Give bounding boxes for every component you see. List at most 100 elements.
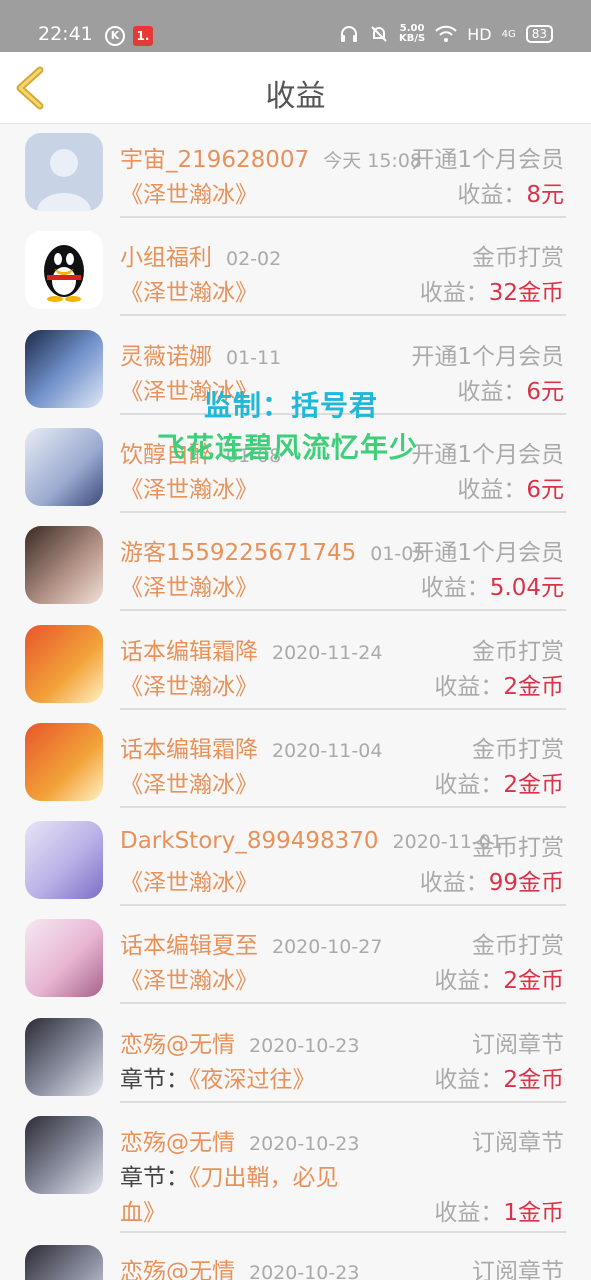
battery-icon: 83	[525, 25, 553, 43]
default-user-icon	[37, 149, 91, 211]
user-name[interactable]: 小组福利	[120, 245, 212, 271]
record-date: 2020-11-04	[272, 739, 383, 762]
book-title-line: 《泽世瀚冰》	[120, 175, 258, 209]
user-name[interactable]: 恋殇@无情	[120, 1259, 235, 1280]
book-title-line: 章节：《夜深过往》	[120, 1060, 316, 1094]
income-line: 收益：1金币	[434, 1193, 564, 1227]
notification-badge-icon: 1.	[133, 26, 153, 46]
income-label: 收益：	[434, 1200, 504, 1226]
status-time: 22:41	[38, 23, 93, 45]
book-title-line: 章节：《刀出鞘，必见	[120, 1158, 339, 1192]
avatar[interactable]	[25, 821, 103, 900]
record-date: 02-02	[226, 248, 282, 271]
income-label: 收益：	[457, 378, 527, 405]
book-title[interactable]: 《泽世瀚冰》	[120, 575, 258, 601]
user-name[interactable]: 宇宙_219628007	[120, 147, 309, 173]
list-item[interactable]: 话本编辑霜降 2020-11-04 金币打赏 《泽世瀚冰》 收益：2金币	[0, 720, 591, 818]
user-name-line: 话本编辑霜降 2020-11-24	[120, 632, 382, 666]
record-date: 2020-11-24	[272, 641, 383, 664]
list-item[interactable]: 话本编辑霜降 2020-11-24 金币打赏 《泽世瀚冰》 收益：2金币	[0, 622, 591, 720]
user-name[interactable]: DarkStory_899498370	[120, 828, 379, 854]
list-item[interactable]: 话本编辑夏至 2020-10-27 金币打赏 《泽世瀚冰》 收益：2金币	[0, 916, 591, 1014]
book-title[interactable]: 《泽世瀚冰》	[120, 477, 258, 503]
record-type: 金币打赏	[472, 835, 564, 862]
network-speed: 5.00 KB/S	[399, 23, 426, 44]
list-item[interactable]: 恋殇@无情 2020-10-23 订阅章节 章节：《夜深过往》 收益：2金币	[0, 1015, 591, 1113]
row-divider	[120, 707, 566, 710]
avatar[interactable]	[25, 231, 103, 310]
record-type: 订阅章节	[472, 1031, 564, 1058]
income-label: 收益：	[434, 968, 504, 995]
income-amount: 1金币	[503, 1200, 564, 1226]
page-title: 收益	[265, 79, 326, 114]
row-divider	[120, 510, 566, 513]
user-name-line: DarkStory_899498370 2020-11-01	[120, 828, 503, 854]
row-divider	[120, 1002, 566, 1005]
avatar[interactable]	[25, 919, 103, 998]
user-name[interactable]: 恋殇@无情	[120, 1130, 235, 1156]
income-line: 收益：5.04元	[421, 568, 564, 602]
record-type: 金币打赏	[472, 736, 564, 763]
user-name-line: 恋殇@无情 2020-10-23	[120, 1025, 359, 1059]
row-divider	[120, 216, 566, 218]
record-type: 订阅章节	[472, 1259, 564, 1280]
user-name-line: 宇宙_219628007 今天 15:08	[120, 140, 422, 174]
user-name-line: 话本编辑夏至 2020-10-27	[120, 926, 382, 960]
record-type: 开通1个月会员	[411, 343, 564, 370]
book-title[interactable]: 《泽世瀚冰》	[120, 674, 258, 700]
book-title[interactable]: 《泽世瀚冰》	[120, 182, 258, 208]
book-title[interactable]: 《泽世瀚冰》	[120, 772, 258, 798]
book-title-continued[interactable]: 血》	[120, 1193, 166, 1227]
record-date: 2020-10-23	[249, 1133, 360, 1155]
user-name[interactable]: 灵薇诺娜	[120, 344, 212, 370]
income-line: 收益：2金币	[434, 961, 564, 995]
income-amount: 99金币	[488, 870, 564, 897]
avatar[interactable]	[25, 1017, 103, 1096]
income-list[interactable]: 宇宙_219628007 今天 15:08 开通1个月会员 《泽世瀚冰》 收益：8元 小组…	[0, 125, 591, 1280]
avatar[interactable]	[25, 329, 103, 408]
avatar[interactable]	[25, 722, 103, 801]
avatar[interactable]	[25, 1245, 103, 1280]
list-item[interactable]: 宇宙_219628007 今天 15:08 开通1个月会员 《泽世瀚冰》 收益：8元	[0, 130, 591, 228]
income-line: 收益：2金币	[434, 667, 564, 701]
income-amount: 32金币	[488, 280, 564, 307]
signal-icon: 4G	[501, 28, 516, 40]
record-date: 2020-10-23	[249, 1262, 360, 1280]
book-title[interactable]: 《泽世瀚冰》	[120, 870, 258, 896]
book-title-line: 《泽世瀚冰》	[120, 273, 258, 307]
row-divider	[120, 1100, 566, 1103]
book-title[interactable]: 《泽世瀚冰》	[120, 280, 258, 306]
list-item[interactable]: 小组福利 02-02 金币打赏 《泽世瀚冰》 收益：32金币	[0, 228, 591, 326]
avatar[interactable]	[25, 624, 103, 703]
book-title[interactable]: 《泽世瀚冰》	[120, 968, 258, 994]
watermark-line2: 飞花连碧风流忆年少	[157, 431, 419, 464]
user-name[interactable]: 游客1559225671745	[120, 540, 356, 566]
row-divider	[120, 1231, 566, 1233]
book-title[interactable]: 《夜深过往》	[189, 1067, 316, 1093]
chapter-prefix: 章节：	[120, 1066, 189, 1093]
record-date: 今天 15:08	[323, 150, 422, 172]
avatar[interactable]	[25, 1116, 103, 1194]
income-amount: 5.04元	[489, 575, 564, 602]
avatar[interactable]	[25, 427, 103, 506]
status-icons: 5.00 KB/S HD 4G 83	[339, 24, 553, 44]
record-date: 01-11	[226, 346, 282, 369]
record-type: 金币打赏	[472, 245, 564, 272]
user-name[interactable]: 话本编辑夏至	[120, 933, 258, 959]
hd-label: HD	[467, 24, 492, 44]
list-item[interactable]: 恋殇@无情 2020-10-23 订阅章节 章节：《刀出鞘，必见 血》 收益：1金币	[0, 1113, 591, 1243]
avatar[interactable]	[25, 133, 103, 211]
list-item[interactable]: DarkStory_899498370 2020-11-01 金币打赏 《泽世瀚冰》 收…	[0, 818, 591, 916]
user-name-line: 小组福利 02-02	[120, 238, 281, 272]
user-name[interactable]: 话本编辑霜降	[120, 737, 258, 763]
book-title[interactable]: 《刀出鞘，必见	[189, 1165, 339, 1191]
book-title-line: 《泽世瀚冰》	[120, 961, 258, 995]
list-item[interactable]: 游客1559225671745 01-05 开通1个月会员 《泽世瀚冰》 收益：5.04…	[0, 523, 591, 621]
avatar[interactable]	[25, 526, 103, 605]
user-name[interactable]: 恋殇@无情	[120, 1032, 235, 1058]
income-amount: 2金币	[503, 968, 564, 995]
income-label: 收益：	[420, 575, 490, 602]
list-item[interactable]: 恋殇@无情 2020-10-23 订阅章节	[0, 1242, 591, 1280]
record-type: 开通1个月会员	[411, 441, 564, 468]
user-name[interactable]: 话本编辑霜降	[120, 639, 258, 665]
